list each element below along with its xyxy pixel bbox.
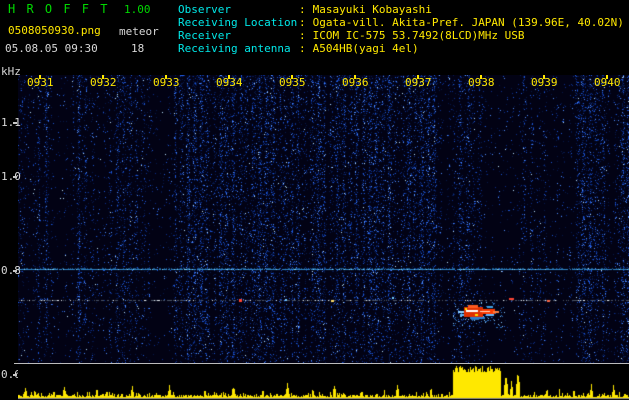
freq-tick-label: 1.1 — [1, 116, 21, 129]
freq-tick — [13, 122, 17, 124]
header-label: Receiving antenna — [178, 42, 291, 55]
header-separator: : — [299, 16, 306, 29]
header-value: A504HB(yagi 4el) — [312, 42, 419, 55]
filename: 0508050930.png — [8, 24, 101, 37]
freq-tick-label: 1.0 — [1, 170, 21, 183]
header-value: Ogata-vill. Akita-Pref. JAPAN (139.96E, … — [312, 16, 624, 29]
header-row-antenna: Receiving antenna : A504HB(yagi 4el) — [178, 43, 419, 55]
app-version: 1.00 — [124, 3, 151, 16]
time-tick-label: 0936 — [342, 76, 369, 89]
datetime: 05.08.05 09:30 — [5, 42, 98, 55]
header-value: ICOM IC-575 53.7492(8LCD)MHz USB — [312, 29, 525, 42]
meteor-count: 18 — [131, 42, 145, 55]
header-row-location: Receiving Location : Ogata-vill. Akita-P… — [178, 17, 624, 29]
header-separator: : — [299, 29, 306, 42]
spectrogram-canvas — [18, 75, 629, 363]
freq-tick — [13, 270, 17, 272]
time-tick-label: 0938 — [468, 76, 495, 89]
time-tick-label: 0933 — [153, 76, 180, 89]
time-tick-label: 0932 — [90, 76, 117, 89]
header-row-observer: Observer : Masayuki Kobayashi — [178, 4, 432, 16]
header-row-receiver: Receiver : ICOM IC-575 53.7492(8LCD)MHz … — [178, 30, 525, 42]
amplitude-canvas — [18, 364, 629, 400]
header-label: Receiver — [178, 29, 231, 42]
y-axis-unit: kHz — [1, 65, 21, 78]
header-label: Receiving Location — [178, 16, 298, 29]
time-tick-label: 0939 — [531, 76, 558, 89]
time-tick-label: 0934 — [216, 76, 243, 89]
header-label: Observer — [178, 3, 231, 16]
freq-tick — [13, 176, 17, 178]
header-separator: : — [299, 3, 306, 16]
header-value: Masayuki Kobayashi — [312, 3, 432, 16]
time-tick-label: 0937 — [405, 76, 432, 89]
app-title: H R O F F T — [8, 2, 110, 16]
header-separator: : — [299, 42, 306, 55]
mode-label: meteor — [119, 25, 159, 38]
time-tick-label: 0940 — [594, 76, 621, 89]
freq-tick-label: 0.8 — [1, 264, 21, 277]
time-tick-label: 0935 — [279, 76, 306, 89]
hrofft-screen: H R O F F T 1.00 0508050930.png meteor 0… — [0, 0, 629, 400]
time-tick-label: 0931 — [27, 76, 54, 89]
freq-tick — [13, 374, 17, 376]
